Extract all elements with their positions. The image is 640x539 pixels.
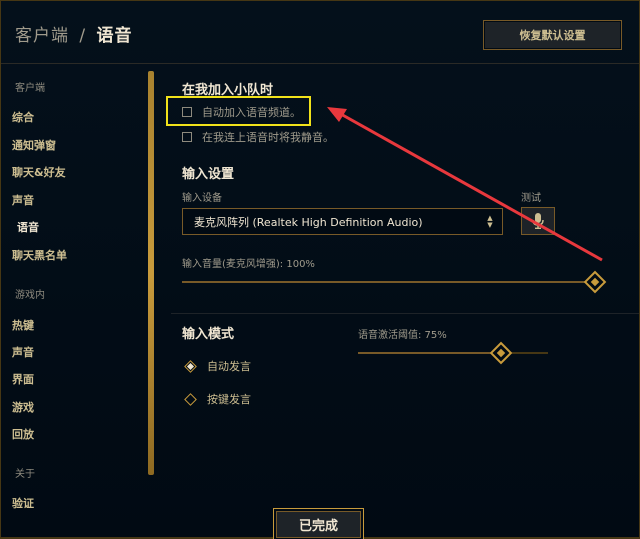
- push-to-talk-label: 按键发言: [207, 393, 251, 406]
- settings-window: 客户端 / 语音 恢复默认设置 客户端 综合 通知弹窗 聊天&好友 声音 语音 …: [0, 0, 640, 539]
- page-title: 客户端 / 语音: [15, 21, 133, 46]
- section-divider: [171, 313, 639, 314]
- sidebar-item-interface[interactable]: 界面: [12, 371, 34, 387]
- input-volume-label: 输入音量(麦克风增强): 100%: [182, 259, 315, 270]
- input-mode-title: 输入模式: [182, 327, 235, 342]
- activation-threshold-fill: [358, 352, 501, 354]
- input-settings-title: 输入设置: [182, 167, 235, 182]
- sidebar-item-general[interactable]: 综合: [12, 109, 34, 125]
- done-button[interactable]: 已完成: [273, 508, 364, 539]
- microphone-icon: [532, 213, 544, 229]
- sidebar-item-chat-friends[interactable]: 聊天&好友: [12, 164, 66, 180]
- highlight-box: [166, 96, 311, 126]
- sidebar-item-voice[interactable]: 语音: [17, 219, 39, 235]
- sidebar-section-ingame: 游戏内: [15, 290, 45, 301]
- sidebar-item-chat-blocklist[interactable]: 聊天黑名单: [12, 247, 67, 263]
- sidebar-item-verification[interactable]: 验证: [12, 495, 34, 511]
- select-arrows-icon: ▲ ▼: [487, 214, 493, 229]
- voice-activation-option[interactable]: 自动发言: [184, 358, 251, 374]
- input-device-label: 输入设备: [182, 193, 222, 204]
- breadcrumb-separator: /: [79, 26, 87, 46]
- activation-threshold-label: 语音激活阈值: 75%: [358, 330, 447, 341]
- test-label: 测试: [521, 193, 541, 204]
- push-to-talk-radio[interactable]: [184, 392, 197, 406]
- push-to-talk-option[interactable]: 按键发言: [184, 391, 251, 407]
- mute-on-join-label: 在我连上语音时将我静音。: [202, 131, 334, 144]
- breadcrumb-current: 语音: [96, 26, 133, 46]
- input-device-value: 麦克风阵列 (Realtek High Definition Audio): [194, 215, 423, 229]
- activation-threshold-thumb[interactable]: [489, 341, 512, 365]
- header-divider: [1, 63, 639, 64]
- sidebar-item-replays[interactable]: 回放: [12, 426, 34, 442]
- sidebar-scrollbar[interactable]: [148, 71, 154, 475]
- input-volume-thumb[interactable]: [583, 270, 607, 294]
- breadcrumb-section: 客户端: [15, 26, 69, 46]
- restore-defaults-button[interactable]: 恢复默认设置: [483, 20, 622, 50]
- mic-test-button[interactable]: [521, 207, 555, 235]
- mute-on-join-checkbox[interactable]: [182, 132, 192, 142]
- sidebar-item-notifications[interactable]: 通知弹窗: [12, 137, 56, 153]
- voice-activation-label: 自动发言: [207, 360, 251, 373]
- sidebar-item-sound[interactable]: 声音: [12, 192, 34, 208]
- sidebar-section-client: 客户端: [15, 83, 45, 94]
- input-device-select[interactable]: 麦克风阵列 (Realtek High Definition Audio) ▲ ▼: [182, 208, 503, 235]
- sidebar-item-hotkeys[interactable]: 热键: [12, 317, 34, 333]
- annotation-arrow-icon: [327, 107, 603, 262]
- sidebar-item-ingame-sound[interactable]: 声音: [12, 344, 34, 360]
- sidebar-section-about: 关于: [15, 469, 35, 480]
- input-volume-fill: [182, 281, 595, 283]
- voice-activation-radio[interactable]: [184, 359, 197, 373]
- mute-on-join-option[interactable]: 在我连上语音时将我静音。: [182, 129, 334, 145]
- sidebar-item-game[interactable]: 游戏: [12, 399, 34, 415]
